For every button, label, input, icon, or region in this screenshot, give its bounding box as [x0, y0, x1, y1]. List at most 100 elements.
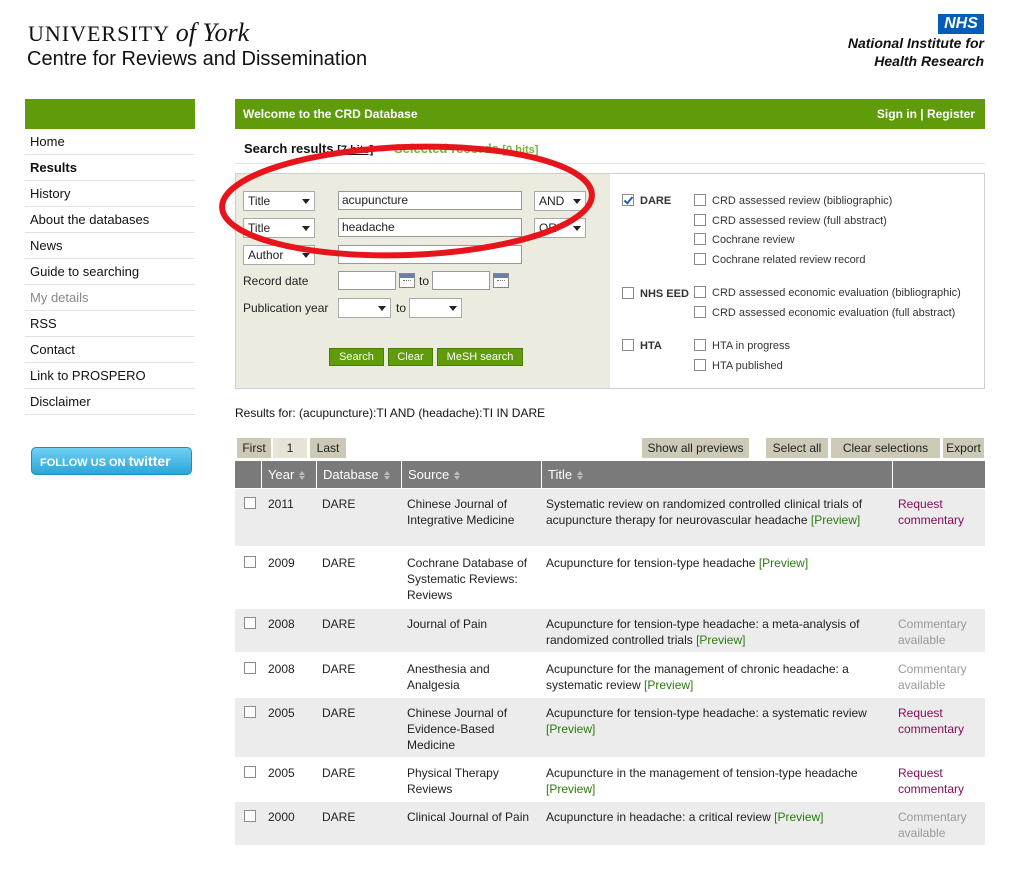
row-checkbox[interactable] — [244, 556, 256, 568]
show-all-previews-button[interactable]: Show all previews — [642, 438, 749, 458]
publication-year-to[interactable] — [409, 298, 462, 318]
calendar-icon[interactable] — [399, 273, 415, 288]
last-page-button[interactable]: Last — [310, 438, 346, 458]
row-database: DARE — [322, 766, 356, 780]
calendar-icon[interactable] — [493, 273, 509, 288]
row-source: Cochrane Database of Systematic Reviews:… — [407, 556, 528, 602]
sidebar-item-rss[interactable]: RSS — [25, 311, 195, 337]
row-checkbox[interactable] — [244, 706, 256, 718]
row-title[interactable]: Acupuncture for tension-type headache: a… — [546, 705, 888, 737]
operator-select-1[interactable]: AND — [534, 191, 586, 211]
twitter-follow-button[interactable]: FOLLOW US ON twitter — [31, 447, 192, 475]
dare-option-checkbox[interactable] — [694, 194, 706, 206]
preview-link[interactable]: [Preview] — [759, 556, 808, 570]
chevron-down-icon — [302, 253, 310, 258]
dare-checkbox[interactable] — [622, 194, 634, 206]
record-date-label: Record date — [243, 274, 309, 288]
tab-selected-records-hits: [0 hits] — [502, 144, 539, 156]
search-term-1[interactable]: acupuncture — [338, 191, 522, 210]
nhs-eed-checkbox[interactable] — [622, 287, 634, 299]
clear-selections-button[interactable]: Clear selections — [831, 438, 940, 458]
row-title[interactable]: Acupuncture in the management of tension… — [546, 765, 888, 797]
field-select-1[interactable]: Title — [243, 191, 315, 211]
field-select-3[interactable]: Author — [243, 245, 315, 265]
search-term-3[interactable] — [338, 245, 522, 264]
row-title[interactable]: Acupuncture for the management of chroni… — [546, 661, 888, 693]
nhs-eed-option-label: CRD assessed economic evaluation (biblio… — [712, 287, 961, 299]
register-link[interactable]: Register — [927, 107, 975, 121]
current-page: 1 — [273, 438, 307, 458]
record-date-from[interactable] — [338, 271, 396, 290]
row-title-text: Acupuncture for tension-type headache — [546, 556, 756, 570]
sidebar-item-about[interactable]: About the databases — [25, 207, 195, 233]
dare-option-checkbox[interactable] — [694, 233, 706, 245]
row-title[interactable]: Acupuncture in headache: a critical revi… — [546, 809, 888, 825]
sidebar-item-results[interactable]: Results — [25, 155, 195, 181]
row-commentary[interactable]: Request commentary — [898, 496, 982, 528]
nhs-eed-option-checkbox[interactable] — [694, 306, 706, 318]
header-title[interactable]: Title — [541, 461, 892, 488]
row-year: 2009 — [268, 556, 295, 570]
row-title-text: Acupuncture for tension-type headache: a… — [546, 706, 867, 720]
dare-option-checkbox[interactable] — [694, 214, 706, 226]
row-checkbox[interactable] — [244, 497, 256, 509]
row-commentary[interactable]: Request commentary — [898, 765, 982, 797]
header-database[interactable]: Database — [316, 461, 401, 488]
sidebar-item-prospero[interactable]: Link to PROSPERO — [25, 363, 195, 389]
row-title[interactable]: Acupuncture for tension-type headache: a… — [546, 616, 888, 648]
sidebar-item-contact[interactable]: Contact — [25, 337, 195, 363]
select-all-button[interactable]: Select all — [766, 438, 828, 458]
preview-link[interactable]: [Preview] — [774, 810, 823, 824]
sign-in-link[interactable]: Sign in — [877, 107, 917, 121]
results-query: Results for: (acupuncture):TI AND (heada… — [235, 406, 546, 420]
sidebar-item-history[interactable]: History — [25, 181, 195, 207]
hta-option-checkbox[interactable] — [694, 339, 706, 351]
preview-link[interactable]: [Preview] — [546, 722, 595, 736]
clear-button[interactable]: Clear — [388, 348, 433, 366]
row-commentary[interactable]: Request commentary — [898, 705, 982, 737]
header-source[interactable]: Source — [401, 461, 541, 488]
dare-option-label: CRD assessed review (full abstract) — [712, 215, 887, 227]
row-title[interactable]: Systematic review on randomized controll… — [546, 496, 888, 528]
search-button[interactable]: Search — [329, 348, 384, 366]
table-row: 2000 DARE Clinical Journal of Pain Acupu… — [235, 802, 985, 845]
auth-links: Sign in | Register — [877, 107, 975, 121]
row-checkbox[interactable] — [244, 617, 256, 629]
header-title-label: Title — [548, 467, 573, 482]
publication-year-from[interactable] — [338, 298, 391, 318]
header-year[interactable]: Year — [261, 461, 316, 488]
search-term-2[interactable]: headache — [338, 218, 522, 237]
twitter-icon: twitter — [128, 453, 171, 469]
first-page-button[interactable]: First — [237, 438, 271, 458]
hta-option-checkbox[interactable] — [694, 359, 706, 371]
row-source: Anesthesia and Analgesia — [407, 662, 490, 692]
publication-year-to-label: to — [396, 301, 407, 315]
sidebar-item-news[interactable]: News — [25, 233, 195, 259]
nhs-eed-option-checkbox[interactable] — [694, 286, 706, 298]
export-button[interactable]: Export — [943, 438, 984, 458]
preview-link[interactable]: [Preview] — [546, 782, 595, 796]
tab-search-results[interactable]: Search results [7 hits] — [244, 141, 373, 156]
sidebar-header-bar — [25, 99, 195, 129]
sidebar-item-guide[interactable]: Guide to searching — [25, 259, 195, 285]
mesh-search-button[interactable]: MeSH search — [437, 348, 523, 366]
row-checkbox[interactable] — [244, 662, 256, 674]
hta-checkbox[interactable] — [622, 339, 634, 351]
hta-option-label: HTA published — [712, 360, 783, 372]
tab-selected-records[interactable]: Selected records [0 hits] — [394, 141, 538, 156]
sidebar-item-my-details[interactable]: My details — [25, 285, 195, 311]
preview-link[interactable]: [Preview] — [644, 678, 693, 692]
row-title[interactable]: Acupuncture for tension-type headache [P… — [546, 555, 888, 571]
row-title-text: Acupuncture in headache: a critical revi… — [546, 810, 771, 824]
field-select-2[interactable]: Title — [243, 218, 315, 238]
sidebar-item-home[interactable]: Home — [25, 129, 195, 155]
dare-option-checkbox[interactable] — [694, 253, 706, 265]
row-checkbox[interactable] — [244, 766, 256, 778]
preview-link[interactable]: [Preview] — [696, 633, 745, 647]
operator-select-2[interactable]: OR — [534, 218, 586, 238]
preview-link[interactable]: [Preview] — [811, 513, 860, 527]
row-database: DARE — [322, 706, 356, 720]
row-checkbox[interactable] — [244, 810, 256, 822]
sidebar-item-disclaimer[interactable]: Disclaimer — [25, 389, 195, 415]
record-date-to[interactable] — [432, 271, 490, 290]
